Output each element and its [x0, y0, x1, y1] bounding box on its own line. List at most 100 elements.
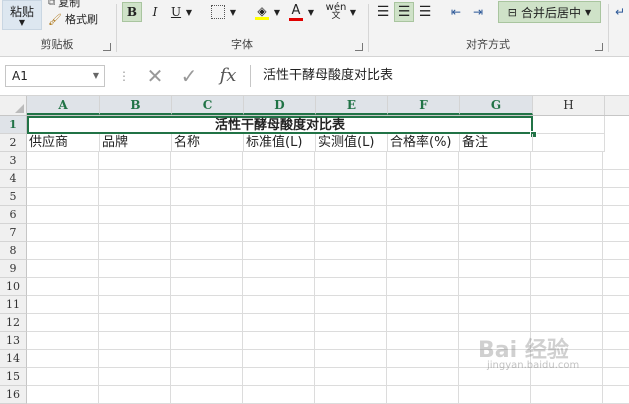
decrease-indent-button[interactable]: ⇤: [446, 2, 466, 22]
bold-button[interactable]: B: [122, 2, 142, 22]
header-cell-supplier[interactable]: 供应商: [27, 134, 100, 152]
phonetic-icon: 文: [331, 11, 341, 21]
align-right-icon: ☰: [418, 4, 432, 20]
cell[interactable]: [533, 134, 605, 152]
row-header[interactable]: 11: [0, 296, 27, 314]
font-color-dropdown-icon[interactable]: ▼: [306, 2, 316, 22]
column-header[interactable]: E: [316, 96, 388, 115]
formula-input[interactable]: 活性干酵母酸度对比表: [250, 65, 629, 87]
column-header[interactable]: G: [460, 96, 533, 115]
watermark-url: jingyan.baidu.com: [487, 360, 580, 371]
column-header[interactable]: [605, 96, 629, 115]
font-color-letter: A: [291, 2, 301, 18]
font-group-label: 字体: [231, 38, 253, 51]
row-header[interactable]: 5: [0, 188, 27, 206]
column-header[interactable]: H: [533, 96, 605, 115]
row-header[interactable]: 7: [0, 224, 27, 242]
cancel-icon[interactable]: ✕: [140, 65, 170, 87]
paste-button[interactable]: 粘贴 ▼: [2, 0, 42, 30]
ribbon: 粘贴 ▼ ⧉ 复制 🖌 格式刷 剪贴板 B I U ▼ ▼ ◈ ▼ A ▼ wé…: [0, 0, 629, 57]
ribbon-separator: [116, 4, 117, 52]
row-header[interactable]: 14: [0, 350, 27, 368]
row-header[interactable]: 4: [0, 170, 27, 188]
font-dialog-launcher-icon[interactable]: [355, 43, 363, 51]
merge-cells-icon: ⊟: [507, 5, 518, 19]
header-cell-measured[interactable]: 实测值(L): [316, 134, 388, 152]
column-header-row: A B C D E F G H: [0, 96, 629, 116]
header-cell-name[interactable]: 名称: [172, 134, 244, 152]
borders-dropdown-icon[interactable]: ▼: [228, 2, 238, 22]
column-header[interactable]: C: [172, 96, 244, 115]
fill-color-bar: [255, 16, 269, 20]
fill-color-dropdown-icon[interactable]: ▼: [272, 2, 282, 22]
align-right-button[interactable]: ☰: [416, 2, 434, 22]
clipboard-group: 粘贴 ▼ ⧉ 复制 🖌 格式刷 剪贴板: [0, 0, 114, 56]
merge-center-label: 合并后居中: [521, 5, 582, 20]
format-painter-button[interactable]: 🖌 格式刷: [48, 11, 98, 27]
align-left-button[interactable]: ☰: [374, 2, 392, 22]
italic-button[interactable]: I: [146, 2, 164, 22]
name-box-dropdown-icon[interactable]: ▼: [93, 66, 99, 86]
enter-icon[interactable]: ✓: [174, 65, 204, 87]
merge-dropdown-icon: ▼: [585, 7, 592, 17]
clipboard-group-label: 剪贴板: [40, 38, 74, 51]
name-box-value: A1: [12, 69, 28, 83]
header-cell-brand[interactable]: 品牌: [100, 134, 172, 152]
copy-icon: ⧉: [48, 0, 56, 8]
brush-icon: 🖌: [48, 12, 62, 26]
merge-center-button[interactable]: ⊟ 合并后居中 ▼: [498, 1, 601, 23]
wrap-text-icon: ↵: [614, 5, 626, 19]
alignment-group-label: 对齐方式: [466, 38, 510, 51]
alignment-group: ☰ ☰ ☰ ⇤ ⇥ ⊟ 合并后居中 ▼ 对齐方式: [370, 0, 606, 56]
formula-bar-grip-icon: ⋮: [118, 69, 130, 83]
paste-dropdown-icon: ▼: [18, 17, 26, 27]
align-center-button[interactable]: ☰: [394, 2, 414, 22]
fill-color-button[interactable]: ◈: [252, 2, 272, 22]
ribbon-separator: [608, 4, 609, 52]
cell[interactable]: [533, 116, 605, 134]
phonetic-dropdown-icon[interactable]: ▼: [348, 2, 358, 22]
row-header[interactable]: 12: [0, 314, 27, 332]
row-header[interactable]: 3: [0, 152, 27, 170]
increase-indent-icon: ⇥: [472, 5, 484, 19]
ribbon-separator: [368, 4, 369, 52]
font-group: B I U ▼ ▼ ◈ ▼ A ▼ wén 文 ▼ 字体: [118, 0, 366, 56]
borders-button[interactable]: [208, 2, 228, 22]
row-header[interactable]: 9: [0, 260, 27, 278]
alignment-dialog-launcher-icon[interactable]: [595, 43, 603, 51]
row-header[interactable]: 13: [0, 332, 27, 350]
select-all-button[interactable]: [0, 96, 27, 115]
align-left-icon: ☰: [376, 4, 390, 20]
formula-bar: A1 ▼ ⋮ ✕ ✓ fx 活性干酵母酸度对比表: [0, 57, 629, 96]
column-header[interactable]: F: [388, 96, 460, 115]
row-header[interactable]: 8: [0, 242, 27, 260]
fill-bucket-icon: ◈: [257, 3, 267, 18]
font-color-button[interactable]: A: [286, 2, 306, 22]
copy-button[interactable]: ⧉ 复制: [48, 0, 80, 10]
header-cell-pass-rate[interactable]: 合格率(%): [388, 134, 460, 152]
format-painter-label: 格式刷: [64, 13, 98, 26]
phonetic-button[interactable]: wén 文: [324, 2, 348, 22]
clipboard-dialog-launcher-icon[interactable]: [103, 43, 111, 51]
header-cell-remarks[interactable]: 备注: [460, 134, 533, 152]
column-header[interactable]: D: [244, 96, 316, 115]
align-center-icon: ☰: [397, 4, 411, 20]
increase-indent-button[interactable]: ⇥: [468, 2, 488, 22]
title-cell[interactable]: 活性干酵母酸度对比表: [27, 116, 533, 134]
row-header[interactable]: 10: [0, 278, 27, 296]
row-header[interactable]: 1: [0, 116, 27, 134]
column-header[interactable]: A: [27, 96, 100, 115]
row-header[interactable]: 16: [0, 386, 27, 404]
header-cell-standard[interactable]: 标准值(L): [244, 134, 316, 152]
underline-dropdown-icon[interactable]: ▼: [184, 2, 194, 22]
border-icon: [211, 5, 225, 19]
row-header[interactable]: 15: [0, 368, 27, 386]
column-header[interactable]: B: [100, 96, 172, 115]
underline-button[interactable]: U: [168, 2, 184, 22]
row-header[interactable]: 2: [0, 134, 27, 152]
wrap-text-button[interactable]: ↵: [612, 2, 628, 22]
insert-function-button[interactable]: fx: [212, 65, 244, 87]
name-box[interactable]: A1 ▼: [5, 65, 105, 87]
copy-label: 复制: [58, 0, 81, 9]
row-header[interactable]: 6: [0, 206, 27, 224]
